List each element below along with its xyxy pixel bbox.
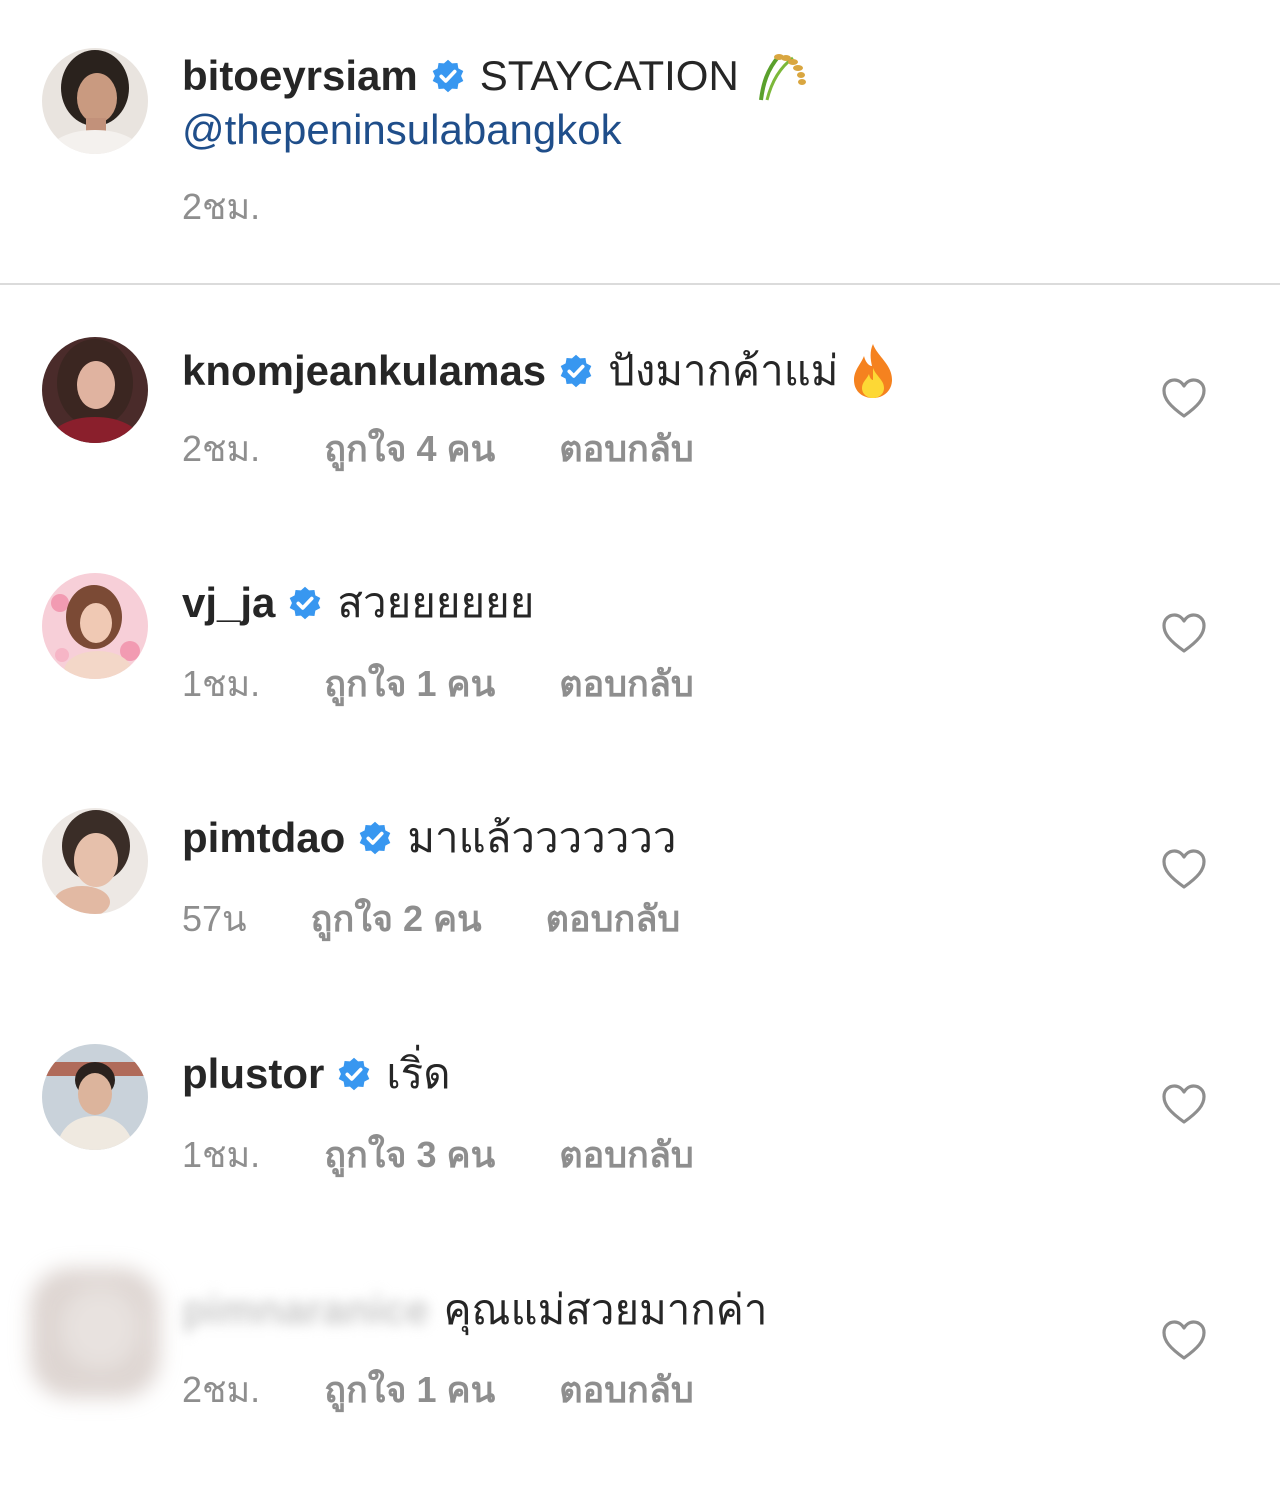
- comment-meta: 1ชม. ถูกใจ 3 คน ตอบกลับ: [182, 1132, 694, 1178]
- comment-likes[interactable]: ถูกใจ 1 คน: [324, 661, 495, 707]
- caption-text: STAYCATION: [479, 52, 739, 99]
- comment-line: knomjeankulamas ปังมากค้าแม่: [182, 342, 898, 400]
- caption-avatar[interactable]: [42, 48, 148, 154]
- comment-text: คุณแม่สวยมากค่า: [443, 1286, 768, 1333]
- comment-meta: 2ชม. ถูกใจ 1 คน ตอบกลับ: [182, 1367, 694, 1413]
- fire-icon: [854, 344, 893, 398]
- comment-username[interactable]: knomjeankulamas: [182, 345, 546, 397]
- comment-line: plustor เริ่ด: [182, 1048, 451, 1100]
- comment-time: 2ชม.: [182, 428, 261, 469]
- caption-time: 2ชม.: [182, 186, 261, 227]
- comment-text: มาแล้ววววววว: [407, 814, 677, 861]
- comment-time: 1ชม.: [182, 663, 261, 704]
- avatar-photo: [42, 1044, 148, 1150]
- comment-avatar[interactable]: [30, 1268, 160, 1398]
- comment-time: 57น: [182, 898, 247, 939]
- verified-badge-icon: [432, 59, 464, 93]
- like-heart-icon[interactable]: [1160, 1318, 1208, 1362]
- avatar-photo: [42, 573, 148, 679]
- verified-badge-icon: [339, 1057, 370, 1091]
- comment-username[interactable]: vj_ja: [182, 577, 275, 629]
- avatar-photo: [42, 337, 148, 443]
- comment-likes[interactable]: ถูกใจ 1 คน: [324, 1367, 495, 1413]
- comment-avatar[interactable]: [42, 337, 148, 443]
- comment-line: vj_ja สวยยยยยย: [182, 577, 534, 629]
- caption-mention[interactable]: @thepeninsulabangkok: [182, 104, 622, 156]
- comment-likes[interactable]: ถูกใจ 4 คน: [324, 426, 495, 472]
- comment-likes[interactable]: ถูกใจ 3 คน: [324, 1132, 495, 1178]
- verified-badge-icon: [290, 586, 321, 620]
- reply-button[interactable]: ตอบกลับ: [559, 1132, 694, 1178]
- rice-sheaf-icon: [758, 54, 806, 101]
- comment-line: pimnaranice คุณแม่สวยมากค่า: [182, 1284, 767, 1336]
- caption-username[interactable]: bitoeyrsiam: [182, 50, 418, 102]
- like-heart-icon[interactable]: [1160, 376, 1208, 420]
- comment-username[interactable]: pimnaranice: [182, 1284, 429, 1336]
- comment-text: สวยยยยยย: [337, 579, 535, 626]
- like-heart-icon[interactable]: [1160, 847, 1208, 891]
- verified-badge-icon: [560, 354, 592, 388]
- reply-button[interactable]: ตอบกลับ: [559, 661, 694, 707]
- avatar-photo: [30, 1268, 160, 1398]
- like-heart-icon[interactable]: [1160, 1082, 1208, 1126]
- comment-text: ปังมากค้าแม่: [608, 347, 839, 394]
- comment-line: pimtdao มาแล้ววววววว: [182, 812, 677, 864]
- comment-time: 1ชม.: [182, 1134, 261, 1175]
- comment-meta: 2ชม. ถูกใจ 4 คน ตอบกลับ: [182, 426, 694, 472]
- caption-line: bitoeyrsiam STAYCATION: [182, 48, 809, 104]
- comment-meta: 57น ถูกใจ 2 คน ตอบกลับ: [182, 896, 680, 942]
- like-heart-icon[interactable]: [1160, 611, 1208, 655]
- reply-button[interactable]: ตอบกลับ: [559, 1367, 694, 1413]
- comment-meta: 1ชม. ถูกใจ 1 คน ตอบกลับ: [182, 661, 694, 707]
- reply-button[interactable]: ตอบกลับ: [546, 896, 681, 942]
- verified-badge-icon: [360, 821, 391, 855]
- comment-time: 2ชม.: [182, 1369, 261, 1410]
- comment-username[interactable]: plustor: [182, 1048, 324, 1100]
- comment-avatar[interactable]: [42, 1044, 148, 1150]
- post-caption: bitoeyrsiam STAYCATION @thepeninsulabang…: [0, 0, 1280, 284]
- comment-avatar[interactable]: [42, 573, 148, 679]
- divider: [0, 283, 1280, 285]
- avatar-photo: [42, 808, 148, 914]
- reply-button[interactable]: ตอบกลับ: [559, 426, 694, 472]
- comment-likes[interactable]: ถูกใจ 2 คน: [311, 896, 482, 942]
- avatar-photo: [42, 48, 148, 154]
- comment-avatar[interactable]: [42, 808, 148, 914]
- comment-username[interactable]: pimtdao: [182, 812, 345, 864]
- comment-text: เริ่ด: [386, 1050, 451, 1097]
